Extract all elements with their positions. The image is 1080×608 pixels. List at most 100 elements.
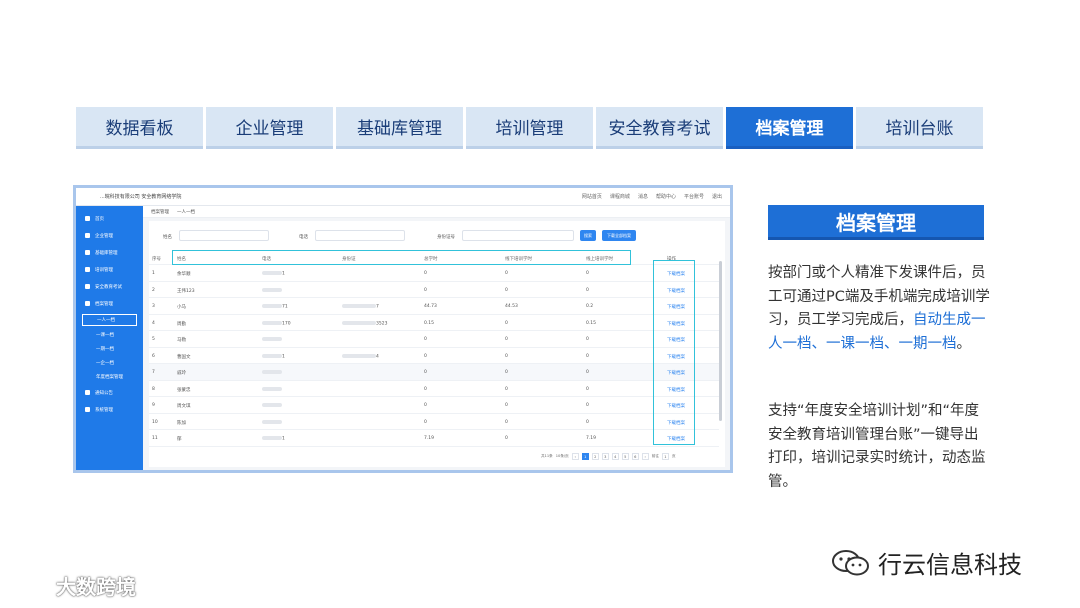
pager-next-button[interactable]: › xyxy=(641,453,649,460)
pager-goto-input[interactable]: 1 xyxy=(661,453,669,460)
tab-safety-exam[interactable]: 安全教育考试 xyxy=(596,107,723,149)
table-cell-online: 0 xyxy=(586,419,589,425)
pager-goto-label: 前往 xyxy=(651,454,659,458)
wechat-icon xyxy=(832,549,869,575)
table-row: 1 余华顺 1 0 0 0 下载档案 xyxy=(149,265,719,282)
table-cell-text: 71 xyxy=(282,304,288,310)
sidebar-item-system[interactable]: 系统管理 xyxy=(76,401,143,418)
sidebar-item-safety-exam[interactable]: 安全教育考试 xyxy=(76,278,143,295)
header-link-logout[interactable]: 退出 xyxy=(712,193,722,200)
table-cell-total: 0.15 xyxy=(424,320,435,326)
sidebar-item-home[interactable]: 首页 xyxy=(76,210,143,227)
table-cell-total: 0 xyxy=(424,287,427,293)
table-cell-name: 戚玲 xyxy=(177,371,186,376)
table-cell-offline: 0 xyxy=(505,353,508,359)
pager-page[interactable]: 5 xyxy=(621,453,629,460)
table-cell-name: 周文琪 xyxy=(177,404,191,409)
table-cell-online: 0 xyxy=(586,271,589,276)
list-icon xyxy=(85,250,90,255)
phone-filter-label: 电话 xyxy=(299,235,308,240)
table-cell-no: 10 xyxy=(152,419,158,425)
idcard-filter-input[interactable] xyxy=(462,230,574,241)
section-heading: 档案管理 xyxy=(768,205,984,240)
sidebar-item-base-library[interactable]: 基础库管理 xyxy=(76,244,143,261)
sidebar-subitem-per-period[interactable]: 一期一档 xyxy=(76,342,143,356)
pager-page-size[interactable]: 10条/页 xyxy=(556,454,569,459)
table-cell-online: 0 xyxy=(586,353,589,359)
pager-page[interactable]: 2 xyxy=(591,453,599,460)
pager-prev-button[interactable]: ‹ xyxy=(571,453,579,460)
header-link-help[interactable]: 帮助中心 xyxy=(656,193,676,200)
sidebar-item-enterprise[interactable]: 企业管理 xyxy=(76,227,143,244)
sidebar-item-archive[interactable]: 档案管理 xyxy=(76,295,143,312)
table-cell-offline: 0 xyxy=(505,386,508,392)
header-link-course-mall[interactable]: 课程商城 xyxy=(610,193,630,200)
table-cell-total: 0 xyxy=(424,370,427,375)
app-screenshot: ...皖科技有限公司 安全教育网络学院 网站首页 课程商城 消息 帮助中心 平台… xyxy=(73,185,733,473)
search-button[interactable]: 搜索 xyxy=(580,230,596,241)
table-cell-online: 0 xyxy=(586,403,589,408)
description-text-end: 。 xyxy=(956,335,972,352)
breadcrumb-item[interactable]: 档案管理 xyxy=(151,209,169,215)
sidebar-subitem-per-enterprise[interactable]: 一企一档 xyxy=(76,356,143,370)
table-cell-name: 马勒 xyxy=(177,338,186,343)
table-cell-phone: 1 xyxy=(262,353,285,359)
table-cell-idcard: 7 xyxy=(342,304,379,310)
header-link-account[interactable]: 平台账号 xyxy=(684,193,704,200)
redacted-mask xyxy=(262,353,282,358)
redacted-mask xyxy=(262,271,282,275)
header-link-messages[interactable]: 消息 xyxy=(638,193,648,200)
header-link-home[interactable]: 网站首页 xyxy=(582,193,602,200)
module-tab-bar: 数据看板 企业管理 基础库管理 培训管理 安全教育考试 档案管理 培训台账 xyxy=(76,107,983,149)
table-cell-offline: 0 xyxy=(505,271,508,276)
table-cell-text: 1 xyxy=(282,271,285,277)
table-row: 8 张蒙忠 0 0 0 下载档案 xyxy=(149,381,719,397)
sidebar-subitem-annual[interactable]: 年度档案管理 xyxy=(76,370,143,384)
name-filter-input[interactable] xyxy=(179,230,269,241)
redacted-mask xyxy=(262,304,282,308)
table-cell-offline: 0 xyxy=(505,287,508,293)
pager-total: 共11条 xyxy=(541,454,553,458)
tab-training[interactable]: 培训管理 xyxy=(466,107,593,149)
table-row: 4 周勤 170 3523 0.15 0 0.15 下载档案 xyxy=(149,315,719,331)
pagination: 共11条 10条/页 ‹ 1 2 3 4 5 6 › 前往 1 页 xyxy=(541,453,676,460)
table-cell-phone xyxy=(262,287,282,294)
sidebar-subitem-per-course[interactable]: 一课一档 xyxy=(76,328,143,342)
sidebar-subitem-per-person[interactable]: 一人一档 xyxy=(82,314,137,326)
table-cell-total: 0 xyxy=(424,353,427,359)
table-cell-offline: 44.53 xyxy=(505,304,518,309)
col-header: 序号 xyxy=(152,257,161,262)
tab-enterprise[interactable]: 企业管理 xyxy=(206,107,333,149)
table-cell-phone xyxy=(262,403,282,409)
description-paragraph-1: 按部门或个人精准下发课件后，员工可通过PC端及手机端完成培训学习，员工学习完成后… xyxy=(768,262,992,356)
table-row: 10 陈加 0 0 0 下载档案 xyxy=(149,414,719,430)
pager-page[interactable]: 1 xyxy=(581,453,589,460)
table-cell-total: 0 xyxy=(424,337,427,342)
phone-filter-input[interactable] xyxy=(315,230,405,241)
action-column-highlight-box xyxy=(653,260,695,445)
table-cell-online: 0 xyxy=(586,370,589,375)
tab-base-library[interactable]: 基础库管理 xyxy=(336,107,463,149)
table-cell-no: 3 xyxy=(152,304,155,309)
redacted-mask xyxy=(262,320,282,325)
table-cell-offline: 0 xyxy=(505,419,508,425)
breadcrumb: 档案管理 一人一档 xyxy=(143,206,730,218)
download-all-button[interactable]: 下载全部档案 xyxy=(602,230,636,241)
table-cell-online: 0 xyxy=(586,386,589,392)
tab-data-dashboard[interactable]: 数据看板 xyxy=(76,107,203,149)
table-scrollbar[interactable] xyxy=(719,261,722,421)
table-row: 9 周文琪 0 0 0 下载档案 xyxy=(149,397,719,414)
pager-page[interactable]: 4 xyxy=(611,453,619,460)
sidebar-item-training[interactable]: 培训管理 xyxy=(76,261,143,278)
table-cell-no: 4 xyxy=(152,320,155,326)
breadcrumb-item[interactable]: 一人一档 xyxy=(177,209,195,215)
pager-page[interactable]: 3 xyxy=(601,453,609,460)
tab-training-ledger[interactable]: 培训台账 xyxy=(856,107,983,149)
pager-page[interactable]: 6 xyxy=(631,453,639,460)
table-row: 7 戚玲 0 0 0 下载档案 xyxy=(149,364,719,381)
app-sidebar: 首页 企业管理 基础库管理 培训管理 安全教育考试 档案管理 一人一档 一课一档… xyxy=(76,206,143,470)
tab-archive[interactable]: 档案管理 xyxy=(726,107,853,149)
table-row: 2 王伟123 0 0 0 下载档案 xyxy=(149,282,719,298)
building-icon xyxy=(85,233,90,238)
sidebar-item-notices[interactable]: 通知公告 xyxy=(76,384,143,401)
